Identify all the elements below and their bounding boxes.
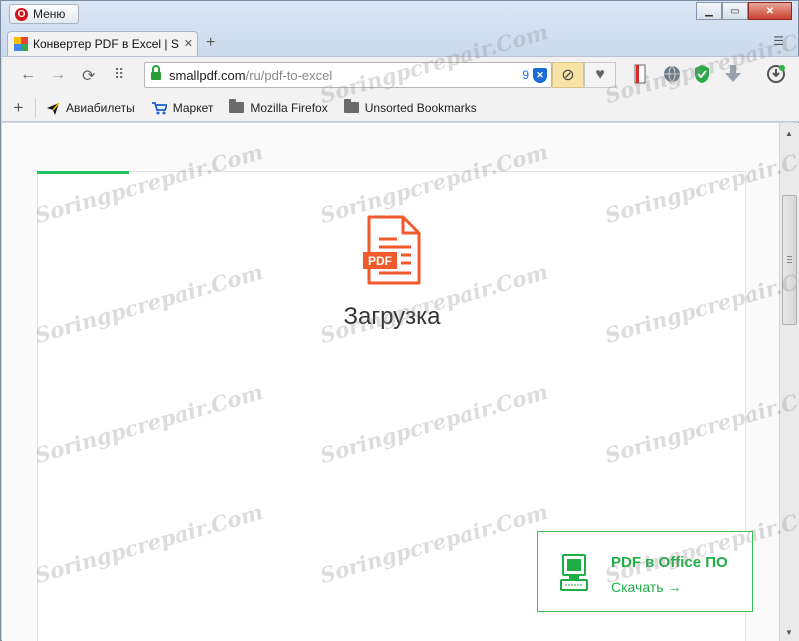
url-host: smallpdf.com: [169, 67, 246, 83]
loading-status-text: Загрузка: [343, 303, 441, 330]
ad-blocker-shield-icon[interactable]: ✕: [533, 68, 547, 83]
browser-window: O Меню ▁ ▭ ✕ Конвертер PDF в Excel | S ✕…: [0, 0, 799, 641]
bookmark-aviabilety[interactable]: Авиабилеты: [46, 101, 135, 115]
blocked-count: 9: [522, 68, 529, 82]
airplane-icon: [47, 102, 60, 115]
maximize-button[interactable]: ▭: [722, 2, 748, 20]
promo-title: PDF в Office ПО: [611, 554, 728, 571]
ad-block-button[interactable]: ⊘: [552, 62, 584, 88]
scrollbar-grip: [787, 256, 792, 263]
scroll-up-arrow-icon[interactable]: ▲: [785, 129, 793, 138]
globe-icon[interactable]: [662, 64, 682, 89]
navigation-toolbar: ← → ⟳ ⠿ smallpdf.com /ru/pdf-to-excel 9 …: [2, 56, 799, 94]
folder-icon: [343, 99, 359, 113]
address-bar[interactable]: smallpdf.com /ru/pdf-to-excel 9 ✕: [144, 62, 552, 88]
tab-active[interactable]: Конвертер PDF в Excel | S ✕: [7, 31, 198, 56]
opera-menu-button[interactable]: O Меню: [9, 4, 79, 24]
add-bookmark-button[interactable]: +: [2, 97, 36, 118]
bookmark-label: Mozilla Firefox: [250, 100, 328, 115]
web-page-content: PDF Загрузка PDF в Office ПО Скачать →: [2, 123, 779, 641]
bookmark-label: Маркет: [172, 100, 214, 115]
bookmark-label: Авиабилеты: [66, 100, 135, 115]
download-icon[interactable]: [724, 64, 742, 89]
scroll-down-arrow-icon[interactable]: ▼: [785, 628, 793, 637]
update-icon[interactable]: [766, 64, 786, 89]
bookmark-icon[interactable]: [634, 64, 646, 89]
pdf-file-icon: PDF: [363, 215, 421, 285]
upload-progress-bar: [37, 171, 129, 174]
new-tab-button[interactable]: +: [206, 34, 215, 52]
forward-button[interactable]: →: [50, 66, 66, 84]
pdf-badge-label: PDF: [368, 254, 392, 268]
bookmark-heart-button[interactable]: ♥: [584, 62, 616, 88]
computer-icon: [560, 554, 588, 591]
back-button[interactable]: ←: [20, 66, 36, 84]
scrollbar-thumb[interactable]: [782, 195, 797, 325]
lock-icon: [151, 65, 161, 81]
url-path: /ru/pdf-to-excel: [245, 67, 333, 83]
bookmarks-bar: + Авиабилеты Маркет Mozilla Firefox Unso…: [2, 94, 799, 122]
vertical-scrollbar[interactable]: ▲ ▼: [779, 123, 799, 641]
minimize-button[interactable]: ▁: [696, 2, 722, 20]
window-controls: ▁ ▭ ✕: [696, 2, 792, 20]
speed-dial-icon[interactable]: ⠿: [114, 66, 124, 83]
close-window-button[interactable]: ✕: [748, 2, 792, 20]
tabs-menu-icon[interactable]: ☰: [773, 34, 784, 48]
vpn-shield-icon[interactable]: [693, 64, 711, 89]
bookmark-folder-unsorted[interactable]: Unsorted Bookmarks: [343, 99, 477, 115]
bookmark-market[interactable]: Маркет: [151, 100, 214, 115]
cart-icon: [151, 101, 167, 114]
reload-button[interactable]: ⟳: [82, 66, 95, 86]
office-download-promo[interactable]: PDF в Office ПО Скачать →: [537, 531, 753, 612]
bookmark-label: Unsorted Bookmarks: [364, 100, 477, 115]
bookmark-folder-mozilla-firefox[interactable]: Mozilla Firefox: [229, 99, 328, 115]
smallpdf-favicon-icon: [14, 37, 28, 51]
opera-logo-icon: O: [15, 7, 28, 21]
tab-close-icon[interactable]: ✕: [184, 37, 193, 50]
folder-icon: [229, 99, 245, 113]
tab-title: Конвертер PDF в Excel | S: [33, 37, 179, 51]
menu-label: Меню: [33, 7, 66, 21]
download-link[interactable]: Скачать →: [611, 579, 681, 595]
